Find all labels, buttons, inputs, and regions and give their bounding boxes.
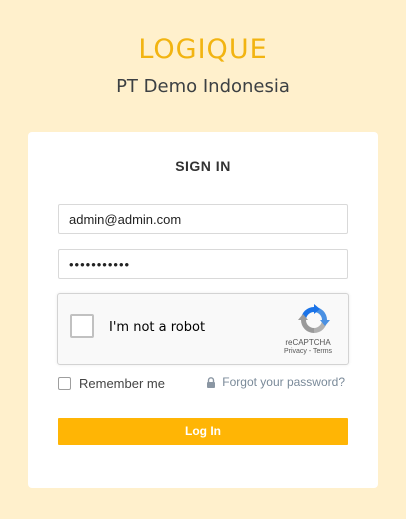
login-card: SIGN IN admin@admin.com ••••••••••• I'm … <box>28 132 378 488</box>
email-value: admin@admin.com <box>69 211 182 227</box>
login-button[interactable]: Log In <box>58 418 348 445</box>
remember-me-checkbox[interactable] <box>58 377 71 390</box>
remember-me[interactable]: Remember me <box>58 376 165 391</box>
password-value: ••••••••••• <box>69 256 131 272</box>
recaptcha-widget: I'm not a robot reCAPTCHA Privacy - Term… <box>57 293 349 365</box>
remember-me-label: Remember me <box>79 376 165 391</box>
logo: LOGIQUE <box>138 34 268 65</box>
sign-in-title: SIGN IN <box>175 158 231 174</box>
lock-icon <box>207 376 216 388</box>
forgot-password-link[interactable]: Forgot your password? <box>206 375 345 389</box>
password-field[interactable]: ••••••••••• <box>58 249 348 279</box>
recaptcha-brand: reCAPTCHA <box>285 338 331 347</box>
recaptcha-logo-icon <box>298 304 330 333</box>
recaptcha-checkbox[interactable] <box>70 314 94 338</box>
email-field[interactable]: admin@admin.com <box>58 204 348 234</box>
recaptcha-terms-link[interactable]: Privacy - Terms <box>278 348 338 355</box>
forgot-password-label: Forgot your password? <box>222 375 345 389</box>
company-name: PT Demo Indonesia <box>116 76 290 97</box>
recaptcha-label: I'm not a robot <box>109 320 206 335</box>
